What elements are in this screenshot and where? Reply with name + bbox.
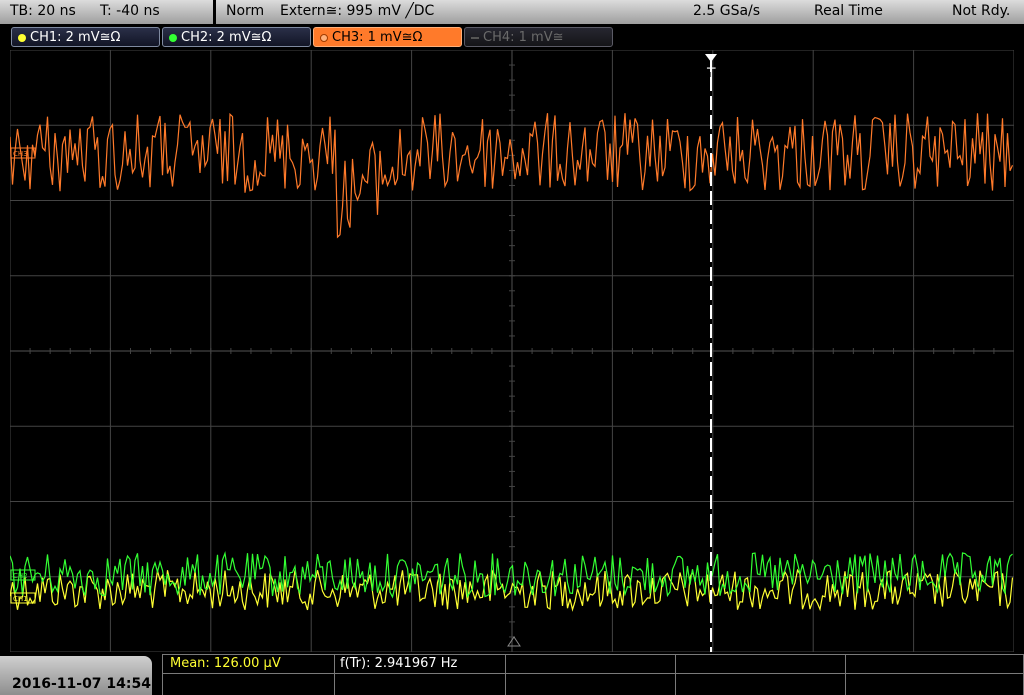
ch3-marker-label: CH3 xyxy=(13,150,28,158)
ch2-button[interactable]: CH2: 2 mV≅Ω xyxy=(162,27,311,47)
ch3-trace xyxy=(10,112,1014,239)
center-marker-icon xyxy=(507,636,521,647)
ch4-label: CH4: 1 mV≅ xyxy=(483,30,564,45)
status-bar: TB: 20 ns T: -40 ns Norm Extern≅: 995 mV… xyxy=(0,0,1024,24)
ready-state-readout: Not Rdy. xyxy=(952,3,1011,19)
trigger-time-readout[interactable]: T: -40 ns xyxy=(100,3,160,19)
ch2-marker-label: CH2 xyxy=(13,572,28,580)
ch2-color-icon xyxy=(169,34,177,42)
waveform-display[interactable]: T CH3 CH2 CH1 xyxy=(10,50,1014,652)
measurement-bar: 2016-11-07 14:54 Mean: 126.00 µV f(Tr): … xyxy=(0,652,1024,695)
status-divider xyxy=(213,0,216,24)
table-divider xyxy=(162,673,1024,674)
ch1-label: CH1: 2 mV≅Ω xyxy=(30,30,121,45)
measurement-table[interactable]: Mean: 126.00 µV f(Tr): 2.941967 Hz xyxy=(162,654,1024,695)
ch1-trace xyxy=(10,568,1014,612)
ch2-label: CH2: 2 mV≅Ω xyxy=(181,30,272,45)
timestamp: 2016-11-07 14:54 xyxy=(12,676,151,692)
ch3-color-icon xyxy=(320,34,328,42)
table-divider xyxy=(675,655,676,695)
acquisition-mode-readout[interactable]: Real Time xyxy=(814,3,883,19)
table-divider xyxy=(505,655,506,695)
trigger-label: T xyxy=(706,66,716,82)
ch4-button[interactable]: CH4: 1 mV≅ xyxy=(464,27,613,47)
trigger-arrow-icon xyxy=(705,54,717,62)
ch1-button[interactable]: CH1: 2 mV≅Ω xyxy=(11,27,160,47)
mean-measurement[interactable]: Mean: 126.00 µV xyxy=(170,656,281,671)
waveform-traces xyxy=(10,112,1014,612)
table-divider xyxy=(162,655,163,695)
ch3-label: CH3: 1 mV≅Ω xyxy=(332,30,423,45)
trigger-mode-readout[interactable]: Norm xyxy=(226,3,264,19)
trigger-source-readout[interactable]: Extern≅: 995 mV ╱DC xyxy=(280,3,434,19)
table-divider xyxy=(334,655,335,695)
frequency-measurement[interactable]: f(Tr): 2.941967 Hz xyxy=(340,656,457,671)
sample-rate-readout: 2.5 GSa/s xyxy=(693,3,761,19)
timebase-readout[interactable]: TB: 20 ns xyxy=(10,3,76,19)
table-divider xyxy=(845,655,846,695)
ch4-color-icon xyxy=(471,37,479,39)
ch1-marker-label: CH1 xyxy=(13,595,28,603)
date-tab[interactable]: 2016-11-07 14:54 xyxy=(0,656,152,695)
channel-bar: CH1: 2 mV≅Ω CH2: 2 mV≅Ω CH3: 1 mV≅Ω CH4:… xyxy=(0,24,1024,50)
ch3-button[interactable]: CH3: 1 mV≅Ω xyxy=(313,27,462,47)
ch1-color-icon xyxy=(18,34,26,42)
